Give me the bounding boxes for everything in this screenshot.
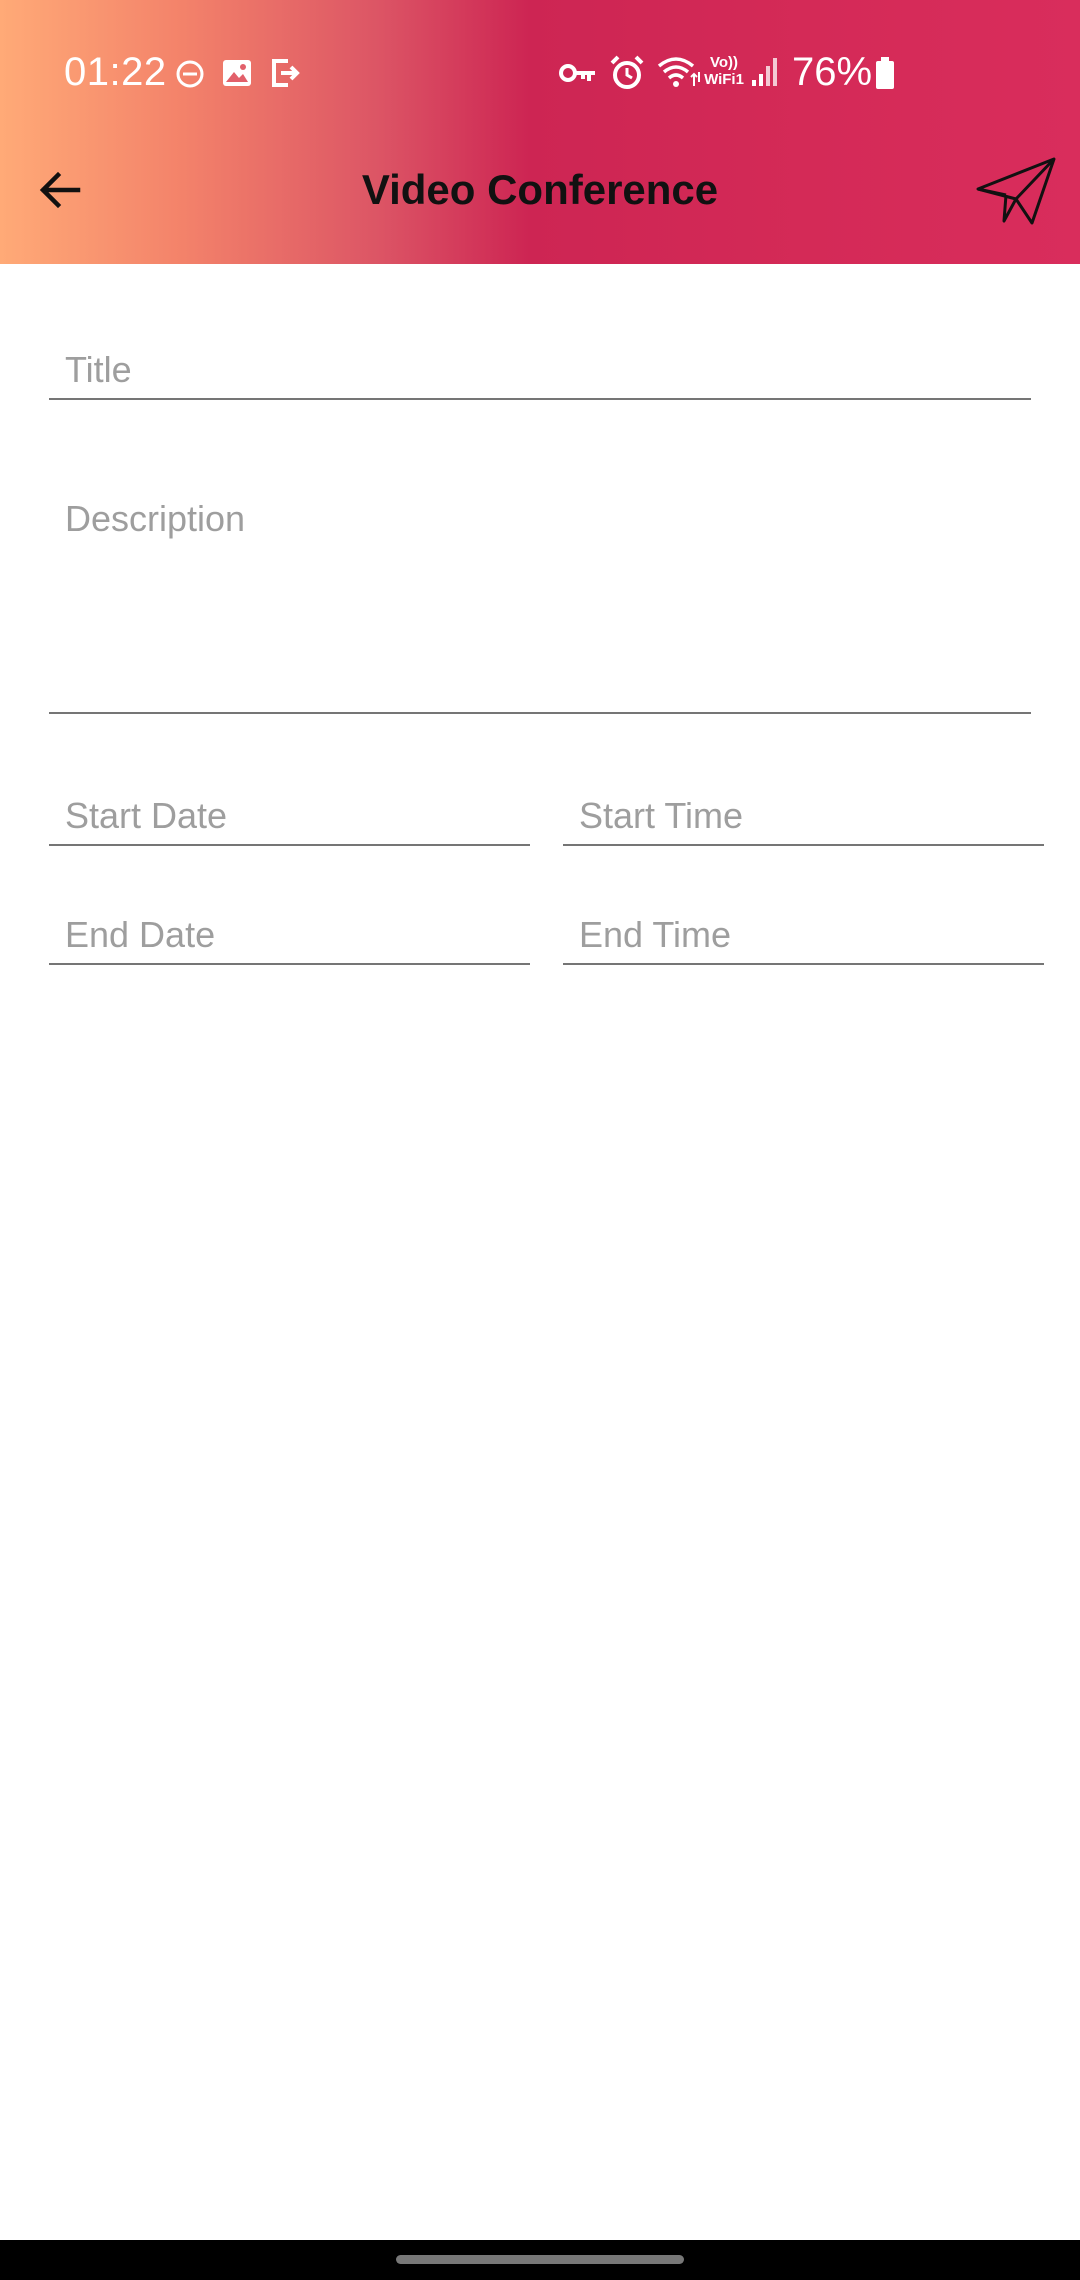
vowifi-icon: Vo)) WiFi1 [704, 54, 744, 88]
end-date-input[interactable] [49, 907, 530, 965]
vowifi-top-label: Vo)) [709, 54, 739, 71]
dnd-icon [176, 60, 204, 88]
description-input[interactable] [49, 478, 1031, 714]
send-button[interactable] [968, 146, 1064, 236]
signal-icon [752, 58, 777, 86]
wifi-icon [657, 57, 700, 87]
status-time: 01:22 [64, 50, 167, 94]
title-input[interactable] [49, 342, 1031, 400]
start-time-input[interactable] [563, 788, 1044, 846]
video-conference-screen: 01:22 Vo)) WiFi1 76% Video Conference Ti… [0, 0, 1080, 2280]
gallery-icon [223, 60, 251, 86]
status-bar: 01:22 Vo)) WiFi1 76% [0, 0, 1080, 144]
vowifi-bottom-label: WiFi1 [704, 71, 744, 88]
app-bar: 01:22 Vo)) WiFi1 76% Video Conference [0, 0, 1080, 264]
page-title: Video Conference [361, 166, 719, 213]
end-time-input[interactable] [563, 907, 1044, 965]
vpn-key-icon [559, 64, 595, 82]
alarm-icon [610, 55, 644, 89]
battery-percent: 76% [792, 50, 873, 94]
paper-plane-icon [976, 157, 1056, 225]
start-date-input[interactable] [49, 788, 530, 846]
navigation-bar [0, 2240, 1080, 2280]
battery-icon [876, 57, 894, 89]
exit-icon [272, 59, 300, 87]
home-handle[interactable] [396, 2255, 684, 2264]
